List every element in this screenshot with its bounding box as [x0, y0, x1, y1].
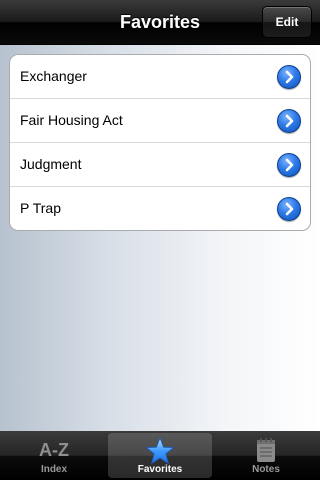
tab-notes[interactable]: Notes: [214, 433, 318, 478]
star-icon: [108, 436, 212, 465]
notepad-icon: [214, 437, 318, 463]
tab-label: Index: [40, 464, 68, 475]
list-item[interactable]: Fair Housing Act: [10, 99, 310, 143]
list-item[interactable]: Exchanger: [10, 55, 310, 99]
detail-disclosure-icon[interactable]: [277, 153, 301, 177]
list-item-label: P Trap: [20, 200, 61, 216]
list-item[interactable]: Judgment: [10, 143, 310, 187]
list-item-label: Fair Housing Act: [20, 112, 123, 128]
navigation-bar: Favorites Edit: [0, 0, 320, 45]
detail-disclosure-icon[interactable]: [277, 197, 301, 221]
tab-bar: A-Z Index Favorites Notes: [0, 431, 320, 480]
tab-label: Notes: [252, 464, 280, 475]
list-item-label: Judgment: [20, 156, 82, 172]
tab-favorites[interactable]: Favorites: [108, 433, 212, 478]
favorites-list: Exchanger Fair Housing Act Judgment P Tr…: [9, 54, 311, 231]
tab-index[interactable]: A-Z Index: [2, 433, 106, 478]
detail-disclosure-icon[interactable]: [277, 65, 301, 89]
list-item-label: Exchanger: [20, 68, 87, 84]
list-item[interactable]: P Trap: [10, 187, 310, 230]
edit-button[interactable]: Edit: [262, 6, 312, 38]
a-z-icon: A-Z: [39, 440, 69, 460]
detail-disclosure-icon[interactable]: [277, 109, 301, 133]
tab-label: Favorites: [137, 464, 183, 475]
